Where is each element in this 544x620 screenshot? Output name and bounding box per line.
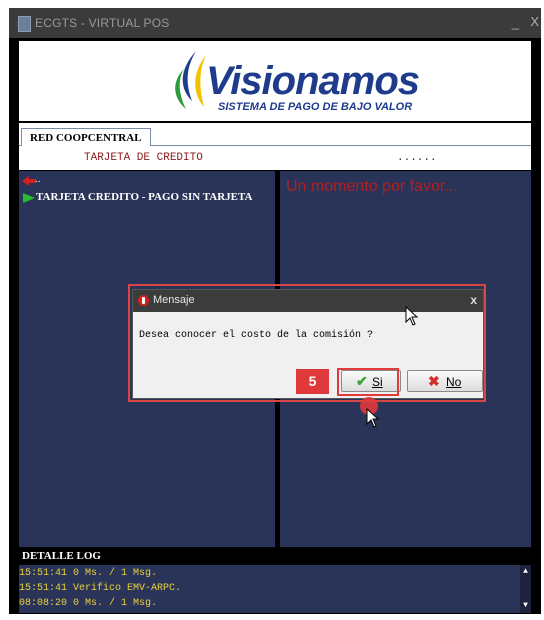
close-button[interactable]: X [530, 14, 539, 29]
brand-logo: Visionamos SISTEMA DE PAGO DE BAJO VALOR [166, 49, 420, 115]
dialog-title-bar: Mensaje x [133, 290, 483, 312]
no-button[interactable]: ✖ No [407, 370, 483, 392]
logo-banner: Visionamos SISTEMA DE PAGO DE BAJO VALOR [19, 41, 531, 121]
no-button-label: No [446, 375, 462, 389]
menu-item-tarjeta-credito[interactable]: TARJETA CREDITO - PAGO SIN TARJETA [36, 191, 252, 203]
transaction-bar: TARJETA DE CREDITO ...... [19, 146, 531, 170]
dialog-message: Desea conocer el costo de la comisión ? [139, 330, 374, 341]
mouse-cursor-icon [366, 408, 380, 428]
minimize-button[interactable]: _ [512, 15, 519, 30]
back-label[interactable]: .. [35, 174, 41, 185]
dialog-title: Mensaje [153, 294, 195, 306]
log-header: DETALLE LOG [19, 550, 531, 564]
mouse-cursor-icon [405, 306, 419, 326]
dialog-close-button[interactable]: x [470, 293, 477, 307]
tab-strip: RED COOPCENTRAL [19, 123, 531, 147]
scroll-up-icon[interactable]: ▲ [520, 567, 531, 577]
menu-arrow-icon [23, 193, 35, 203]
tab-red-coopcentral[interactable]: RED COOPCENTRAL [21, 128, 151, 147]
log-line: 08:08:20 0 Ms. / 1 Msg. [19, 598, 158, 609]
transaction-name: TARJETA DE CREDITO [84, 152, 203, 164]
log-scrollbar[interactable]: ▲ ▼ [520, 565, 531, 613]
step-highlight-box [337, 368, 399, 396]
app-icon [18, 16, 31, 32]
brand-name: Visionamos [206, 59, 420, 103]
window-title: ECGTS - VIRTUAL POS [35, 16, 170, 30]
x-mark-icon: ✖ [428, 373, 440, 389]
transaction-progress: ...... [397, 152, 437, 164]
brand-tagline: SISTEMA DE PAGO DE BAJO VALOR [218, 101, 413, 113]
log-line: 15:51:41 Verifico EMV-ARPC. [19, 583, 182, 594]
log-title: DETALLE LOG [22, 550, 101, 562]
status-message: Un momento por favor... [286, 178, 458, 195]
title-bar: ECGTS - VIRTUAL POS _ X [9, 8, 541, 38]
scroll-down-icon[interactable]: ▼ [520, 601, 531, 611]
log-area: 15:51:41 0 Ms. / 1 Msg. 15:51:41 Verific… [19, 565, 531, 613]
log-line: 15:51:41 0 Ms. / 1 Msg. [19, 568, 158, 579]
step-number-badge: 5 [296, 369, 329, 394]
stop-hand-icon [138, 295, 149, 306]
